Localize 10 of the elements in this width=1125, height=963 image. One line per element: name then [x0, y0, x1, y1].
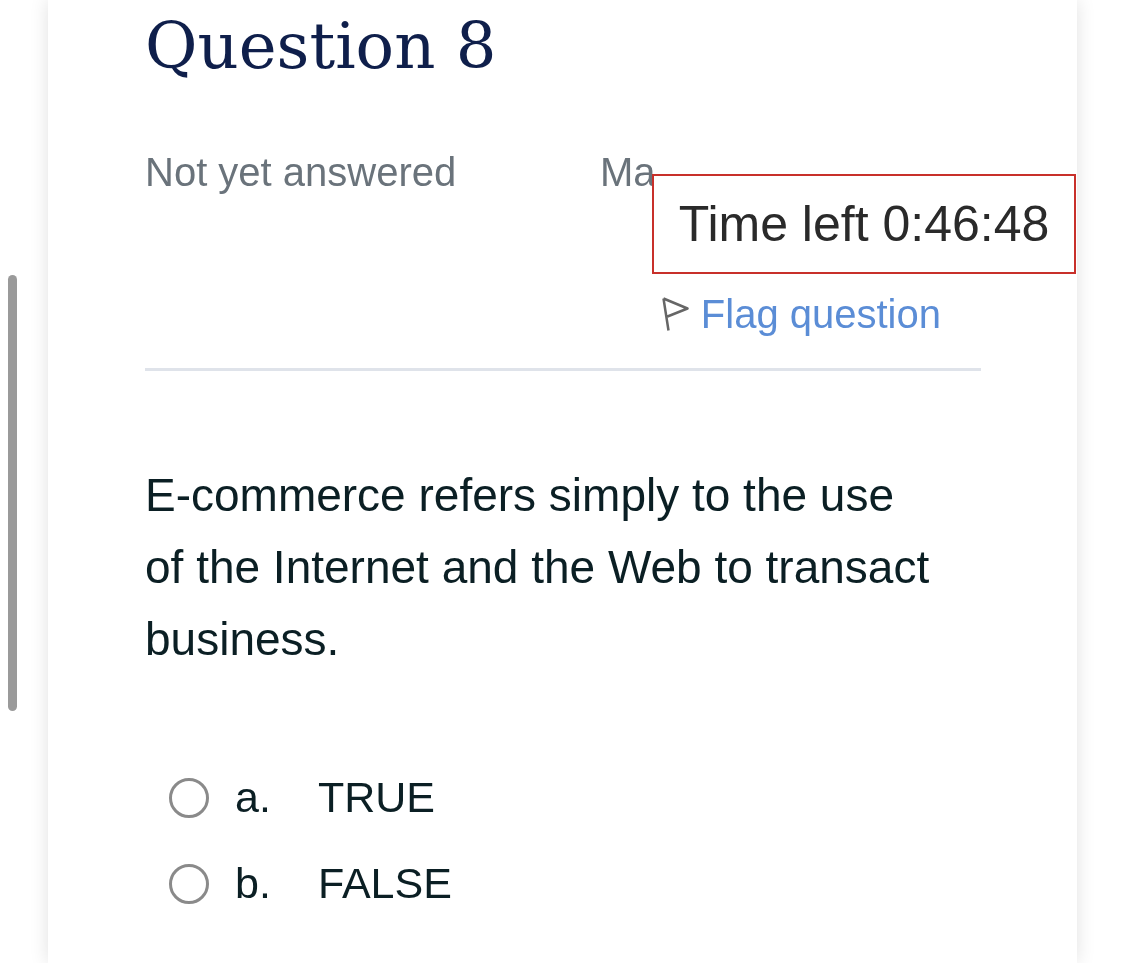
answer-option[interactable]: b. FALSE: [169, 862, 981, 905]
radio-button[interactable]: [169, 777, 209, 818]
timer-box: Time left 0:46:48: [652, 174, 1076, 274]
question-text: E-commerce refers simply to the use of the Internet and the Web to transact business.: [145, 468, 931, 667]
flag-icon: [661, 296, 689, 332]
radio-button[interactable]: [169, 863, 209, 904]
answer-option[interactable]: a. TRUE: [169, 776, 981, 819]
scrollbar[interactable]: [8, 275, 17, 711]
status-text: Not yet answered: [145, 152, 458, 192]
question-title: Question 8: [145, 14, 498, 78]
